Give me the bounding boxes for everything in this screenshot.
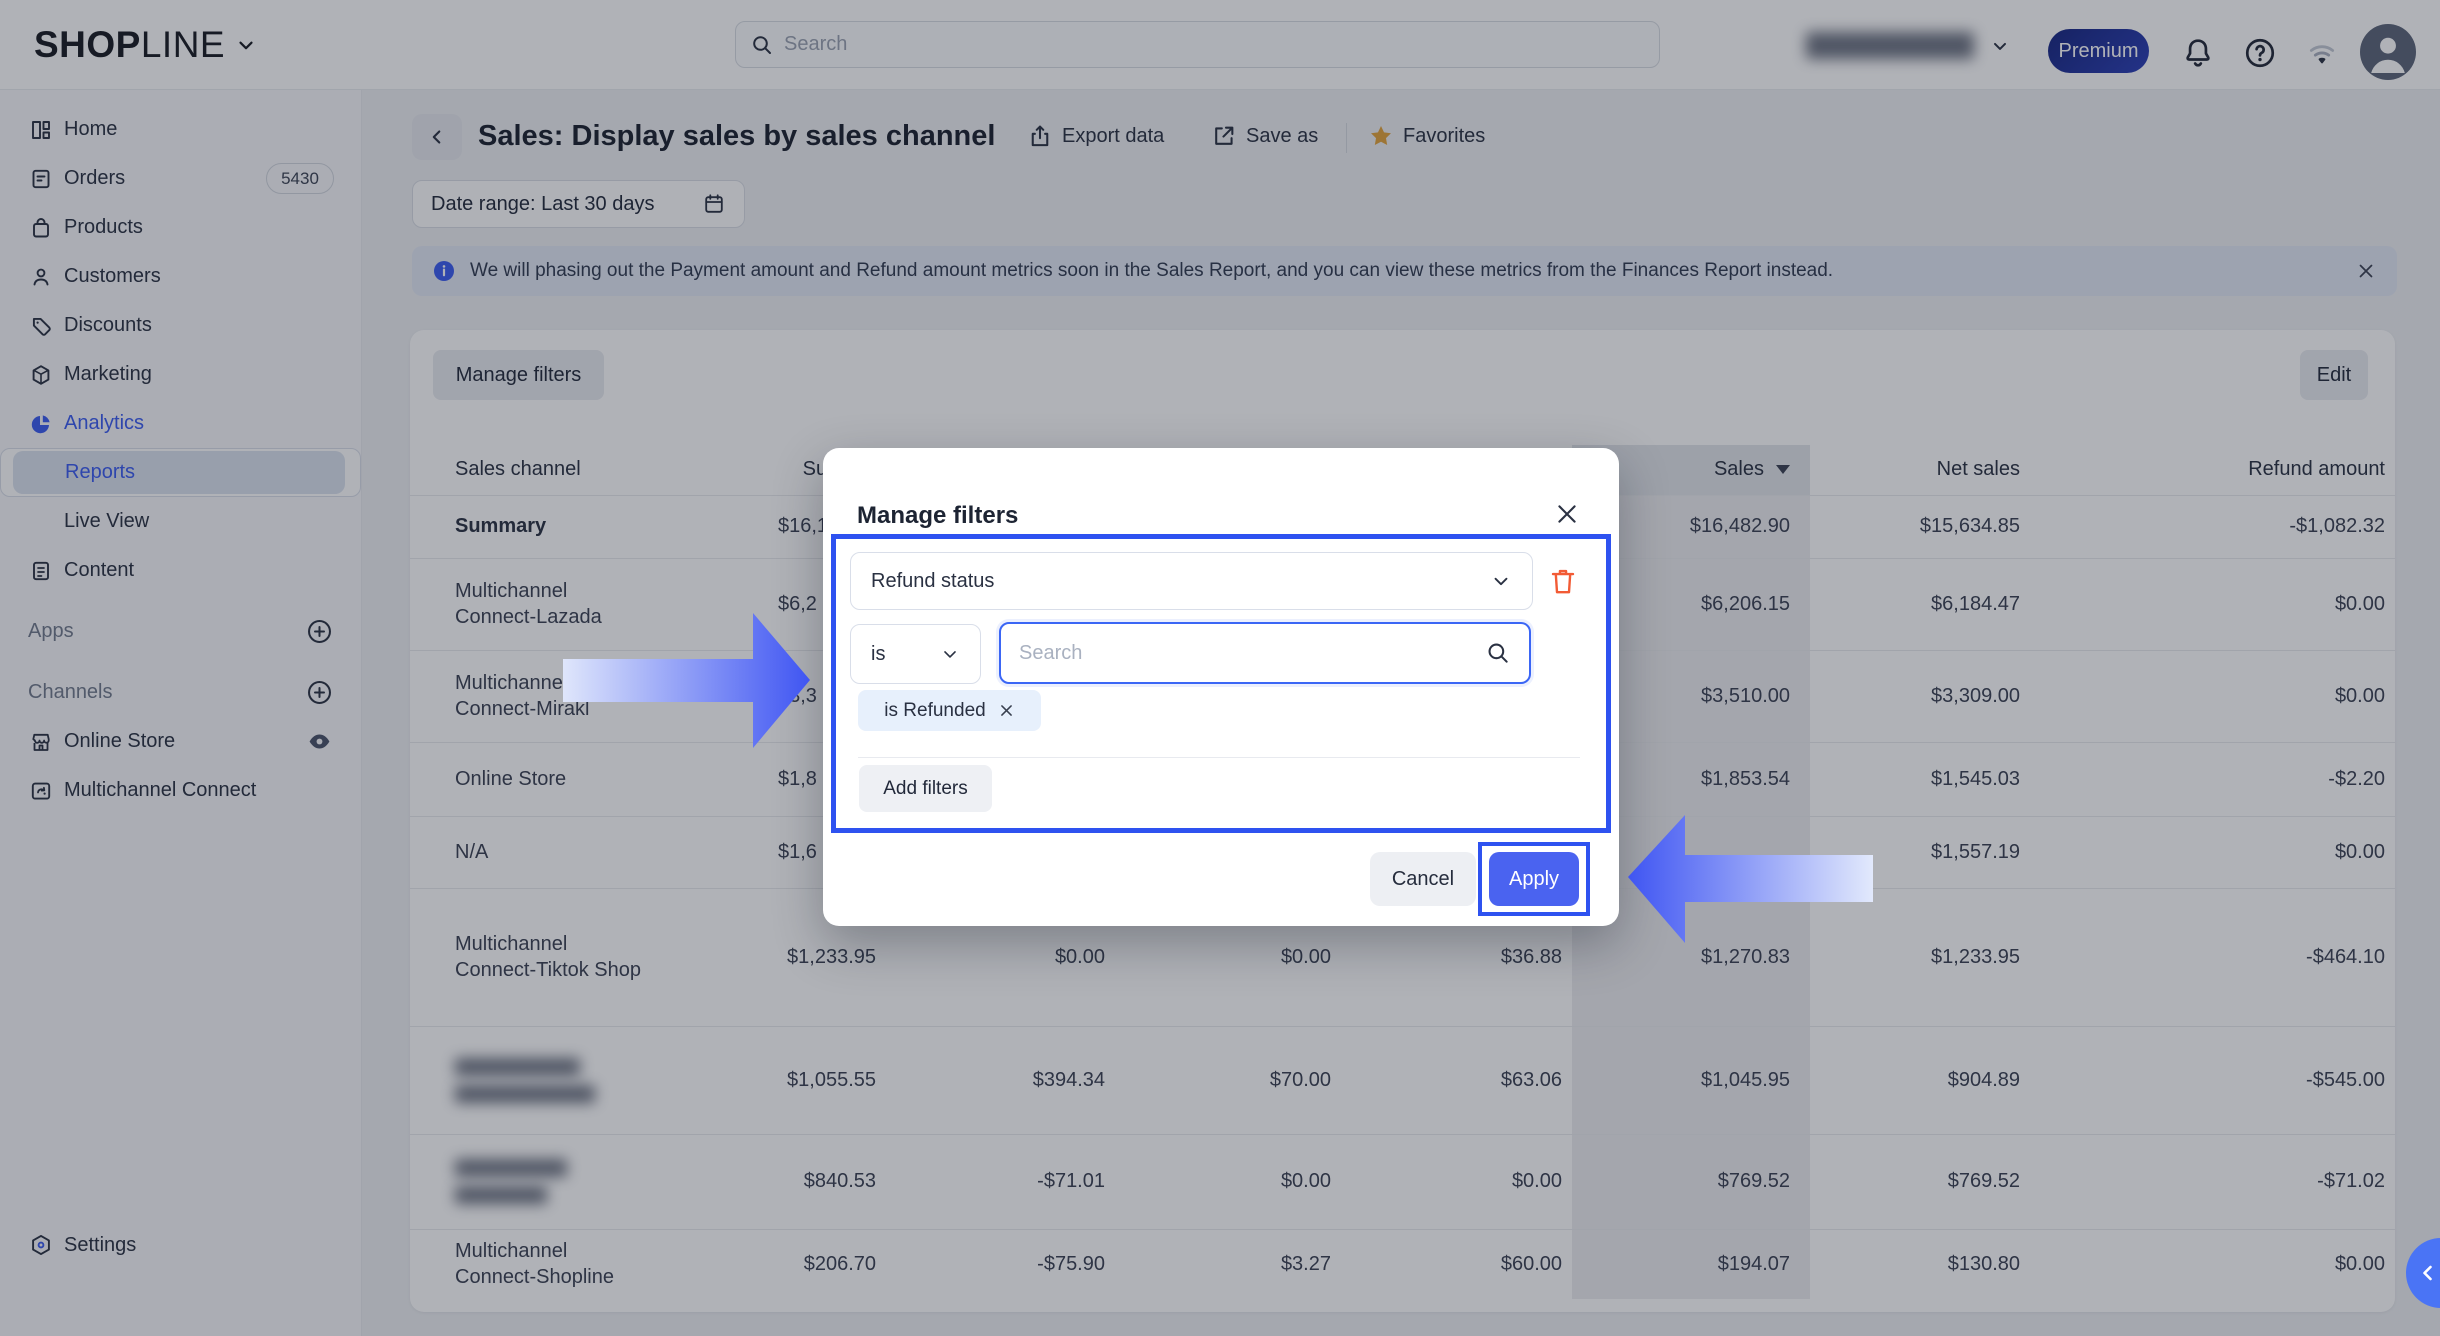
annotation-arrow-right [563, 613, 810, 748]
delete-filter-button[interactable] [1547, 564, 1579, 598]
cancel-button[interactable]: Cancel [1370, 852, 1476, 906]
search-icon [1485, 640, 1511, 666]
modal-close-icon[interactable] [1553, 500, 1581, 528]
filter-operator-select[interactable]: is [850, 624, 981, 684]
modal-divider [858, 757, 1580, 758]
manage-filters-modal: Manage filters Refund status is Search i… [823, 448, 1619, 926]
trash-icon [1547, 564, 1579, 598]
modal-title: Manage filters [857, 502, 1018, 530]
chevron-left-icon [2416, 1261, 2440, 1285]
chip-remove-icon[interactable] [998, 702, 1015, 719]
filter-value-search-input[interactable]: Search [999, 622, 1531, 684]
add-filters-button[interactable]: Add filters [859, 765, 992, 812]
chevron-down-icon [940, 644, 960, 664]
apply-button[interactable]: Apply [1489, 852, 1579, 906]
annotation-arrow-left [1628, 815, 1873, 943]
filter-chip-is-refunded[interactable]: is Refunded [858, 690, 1041, 731]
filter-field-select[interactable]: Refund status [850, 552, 1533, 610]
chevron-down-icon [1490, 570, 1512, 592]
